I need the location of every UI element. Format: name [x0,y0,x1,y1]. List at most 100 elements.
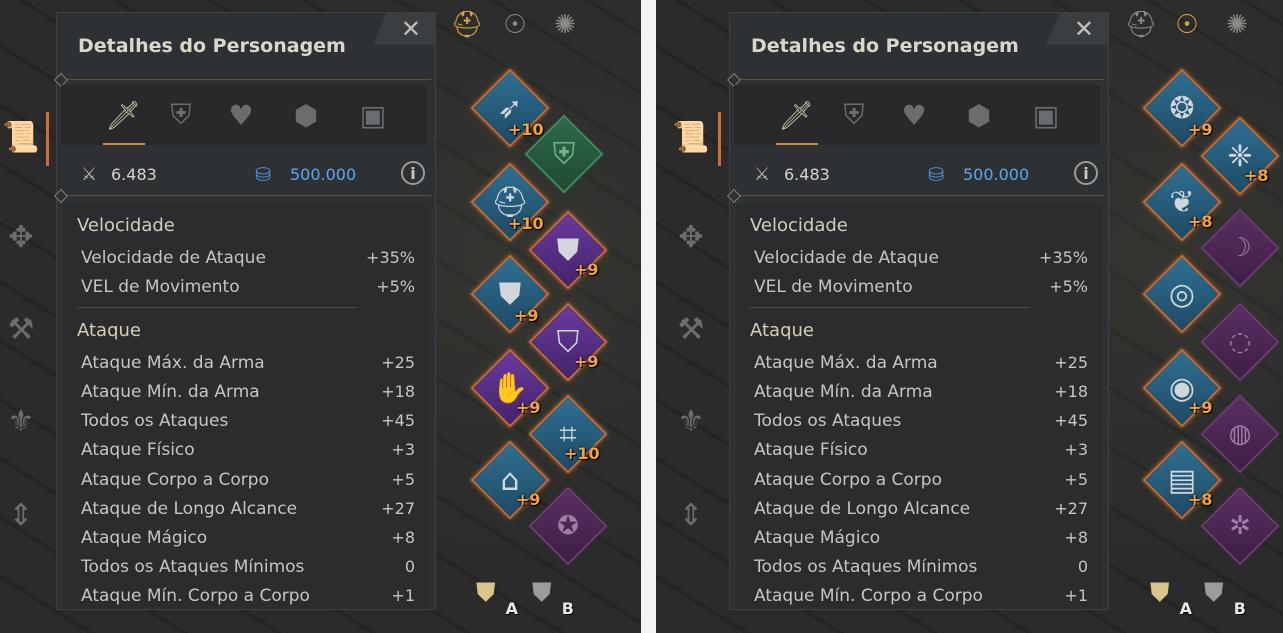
stats-list[interactable]: Velocidade Velocidade de Ataque +35% VEL … [736,205,1102,609]
stat-row: Todos os Ataques Mínimos 0 [754,557,1088,577]
stats-list[interactable]: Velocidade Velocidade de Ataque +35% VEL … [63,205,429,609]
enhance-level: +9 [516,398,541,417]
tab-attack[interactable]: 🗡 [776,97,816,133]
enhance-level: +10 [564,444,600,463]
stat-row: Todos os Ataques +45 [754,411,1088,431]
stat-row: Ataque de Longo Alcance +27 [81,499,415,519]
tab-health[interactable]: ♥ [894,97,934,133]
stat-row: Ataque Mín. da Arma +18 [81,382,415,402]
stat-row: Ataque Máx. da Arma +25 [754,353,1088,373]
combat-power-value: 6.483 [784,165,830,184]
stat-row: Ataque Físico +3 [754,440,1088,460]
stat-row: VEL de Movimento +5% [81,277,415,297]
preset-a-button[interactable]: ⛊ A [1150,578,1192,618]
stat-row: Ataque Mágico +8 [81,528,415,548]
armor-category-icon[interactable]: ⛑ [1124,8,1158,42]
equip-slot-ring[interactable]: ◎ [1142,254,1222,334]
stat-row: Ataque Mín. Corpo a Corpo +1 [81,586,415,606]
tab-special[interactable]: ⬢ [286,97,326,133]
info-icon[interactable]: i [401,161,425,185]
stat-tabs: 🗡 ⛨ ♥ ⬢ ▣ [734,85,1100,145]
heart-icon: ♥ [901,98,927,132]
power-row: ⚔ 6.483 ⛁ 500.000 i [750,161,1100,187]
scroll-icon[interactable]: 📜 [2,118,40,156]
tab-attack[interactable]: 🗡 [103,97,143,133]
move-arrows-icon[interactable]: ✥ [2,218,40,256]
enhance-level: +8 [1244,166,1269,185]
enhance-level: +9 [1188,398,1213,417]
character-details-view-armor: 📜 ✥ ⚒ ⚜ ⇕ Detalhes do Personagem ✕ 🗡 ⛨ ♥… [0,0,641,633]
updown-icon[interactable]: ⇕ [2,496,40,534]
gear-icon: ⬢ [293,98,319,132]
panel-title: Detalhes do Personagem [78,35,346,57]
tab-other[interactable]: ▣ [1026,97,1066,133]
armor-preset-icon: ⛊ [532,578,552,608]
anvil-icon[interactable]: ⚒ [2,310,40,348]
close-icon: ✕ [400,15,421,43]
rail-active-indicator [46,112,49,166]
stat-row: Todos os Ataques +45 [81,411,415,431]
tab-defense[interactable]: ⛨ [161,97,201,133]
close-button[interactable]: ✕ [1046,13,1108,45]
sword-icon: 🗡 [105,98,141,132]
misc-category-icon[interactable]: ✺ [548,8,582,42]
enhance-level: +9 [514,306,539,325]
stat-row: VEL de Movimento +5% [754,277,1088,297]
divider [61,195,431,196]
emblem-icon[interactable]: ⚜ [672,402,710,440]
section-divider [750,307,1030,308]
chat-icon: ▣ [1032,98,1060,132]
enhance-level: +9 [574,260,599,279]
preset-b-button[interactable]: ⛊ B [532,578,574,618]
divider-ornament [726,188,742,204]
close-icon: ✕ [1073,15,1094,43]
image-divider [641,0,656,633]
silver-icon: ⛁ [255,164,271,186]
enhance-level: +9 [516,490,541,509]
enhance-level: +9 [1188,120,1213,139]
tab-active-indicator [776,143,818,145]
section-title: Ataque [77,320,141,341]
stat-row: Ataque Corpo a Corpo +5 [81,470,415,490]
accessory-category-icon[interactable]: ☉ [498,8,532,42]
preset-a-button[interactable]: ⛊ A [476,578,518,618]
stat-row: Ataque de Longo Alcance +27 [754,499,1088,519]
equip-slot-ring-2[interactable]: ◌ [1200,302,1280,382]
tab-defense[interactable]: ⛨ [834,97,874,133]
accessory-category-icon[interactable]: ☉ [1170,8,1204,42]
info-icon[interactable]: i [1074,161,1098,185]
rune-icon: ✲ [1229,511,1251,541]
misc-category-icon[interactable]: ✺ [1220,8,1254,42]
emblem-icon[interactable]: ⚜ [2,402,40,440]
ring-empty-icon: ◌ [1228,327,1252,357]
enhance-level: +8 [1188,212,1213,231]
stat-row: Ataque Mín. da Arma +18 [754,382,1088,402]
stat-row: Velocidade de Ataque +35% [81,248,415,268]
armor-category-icon[interactable]: ⛑ [450,8,484,42]
scroll-icon[interactable]: 📜 [672,118,710,156]
divider-ornament [53,188,69,204]
divider [734,195,1104,196]
close-button[interactable]: ✕ [373,13,435,45]
stat-row: Todos os Ataques Mínimos 0 [81,557,415,577]
enhance-level: +8 [1188,490,1213,509]
divider [61,79,431,80]
tab-health[interactable]: ♥ [221,97,261,133]
power-row: ⚔ 6.483 ⛁ 500.000 i [77,161,427,187]
divider [734,79,1104,80]
stat-row: Ataque Mágico +8 [754,528,1088,548]
anvil-icon[interactable]: ⚒ [672,310,710,348]
shield-icon: ⛨ [170,98,192,131]
stat-row: Ataque Máx. da Arma +25 [81,353,415,373]
shield-icon: ⛨ [843,98,865,131]
section-title: Ataque [750,320,814,341]
sword-icon: 🗡 [778,98,814,132]
enhance-level: +9 [574,352,599,371]
tab-other[interactable]: ▣ [353,97,393,133]
armor-preset-icon: ⛊ [1204,578,1224,608]
section-title: Velocidade [750,215,848,236]
move-arrows-icon[interactable]: ✥ [672,218,710,256]
updown-icon[interactable]: ⇕ [672,496,710,534]
tab-special[interactable]: ⬢ [959,97,999,133]
preset-b-button[interactable]: ⛊ B [1204,578,1246,618]
